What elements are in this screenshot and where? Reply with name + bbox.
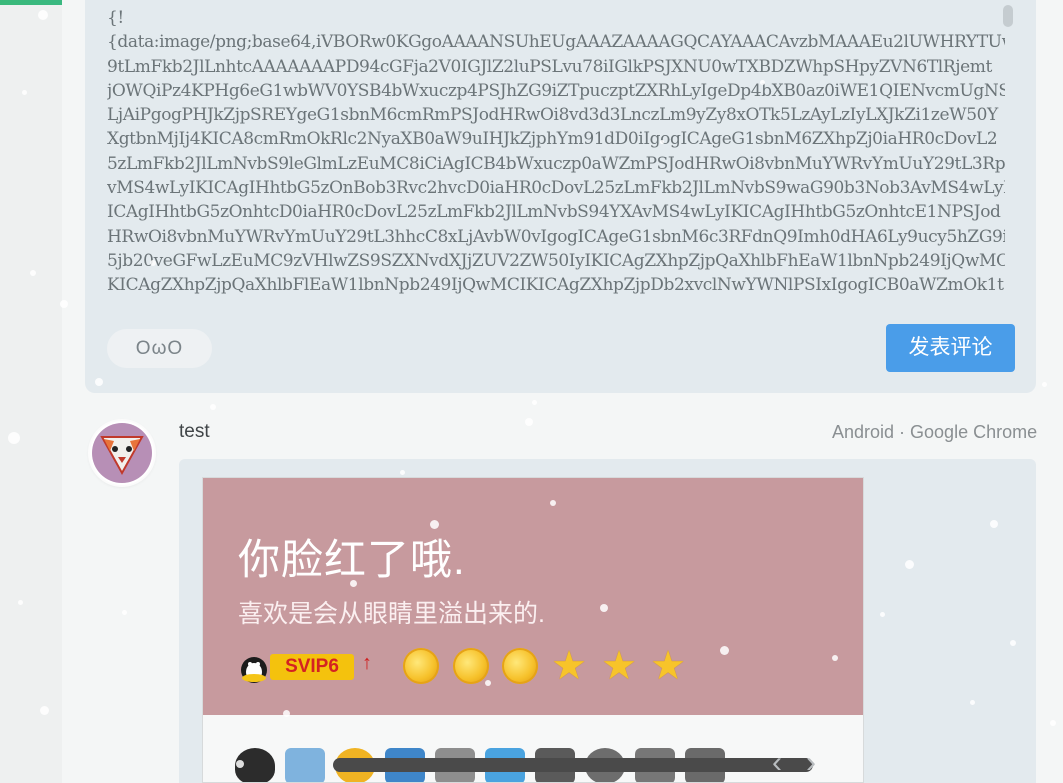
snowflake	[660, 140, 664, 144]
snowflake	[880, 612, 885, 617]
snowflake	[236, 760, 244, 768]
snowflake	[350, 580, 357, 587]
chevron-right-icon[interactable]: ›	[806, 748, 816, 778]
snowflake	[905, 560, 914, 569]
snowflake	[1042, 382, 1047, 387]
emoji-button[interactable]: OωO	[107, 329, 212, 368]
snowflake	[283, 710, 290, 717]
star-icon: ★	[650, 644, 686, 688]
snowflake	[40, 706, 49, 715]
snowflake	[122, 610, 127, 615]
snowflake	[485, 680, 491, 686]
fox-avatar-icon	[92, 423, 152, 483]
penguin-icon	[241, 657, 267, 683]
comment-author[interactable]: test	[179, 421, 210, 443]
mail-icon	[285, 748, 325, 782]
snowflake	[550, 500, 556, 506]
level-up-arrow-icon: ↑	[362, 652, 372, 674]
sun-medal-icon	[403, 648, 439, 684]
image-subtitle: 喜欢是会从眼睛里溢出来的.	[238, 600, 545, 628]
snowflake	[525, 418, 533, 426]
image-title: 你脸红了哦.	[238, 536, 466, 583]
comment-image[interactable]: 你脸红了哦. 喜欢是会从眼睛里溢出来的. SVIP6 ↑ ★ ★ ★	[202, 477, 864, 783]
snowflake	[990, 520, 998, 528]
submit-comment-button[interactable]: 发表评论	[886, 324, 1015, 372]
image-banner: 你脸红了哦. 喜欢是会从眼睛里溢出来的. SVIP6 ↑ ★ ★ ★	[203, 478, 863, 715]
snowflake	[8, 432, 20, 444]
star-icon: ★	[601, 644, 637, 688]
snowflake	[400, 470, 405, 475]
snowflake	[532, 400, 537, 405]
comment-form: {! {data:image/png;base64,iVBORw0KGgoAAA…	[85, 0, 1036, 393]
sun-medal-icon	[453, 648, 489, 684]
snowflake	[1010, 640, 1016, 646]
chevron-left-icon[interactable]: ‹	[772, 748, 782, 778]
snowflake	[430, 520, 439, 529]
snowflake	[60, 300, 68, 308]
avatar[interactable]	[90, 421, 154, 485]
image-scrollbar[interactable]	[333, 758, 813, 772]
snowflake	[22, 90, 27, 95]
snowflake	[760, 80, 765, 85]
snowflake	[600, 604, 608, 612]
snowflake	[30, 270, 36, 276]
snowflake	[18, 600, 23, 605]
snowflake	[210, 404, 216, 410]
snowflake	[150, 260, 156, 266]
snowflake	[832, 655, 838, 661]
svip-badge: SVIP6	[270, 654, 354, 680]
snowflake	[970, 700, 975, 705]
snowflake	[1050, 720, 1056, 726]
snowflake	[38, 10, 48, 20]
sun-medal-icon	[502, 648, 538, 684]
snowflake	[720, 646, 729, 655]
star-icon: ★	[551, 644, 587, 688]
snowflake	[95, 378, 103, 386]
textarea-scrollbar[interactable]	[1003, 5, 1013, 27]
comment-user-agent: Android · Google Chrome	[832, 422, 1038, 442]
comment-textarea[interactable]: {! {data:image/png;base64,iVBORw0KGgoAAA…	[107, 6, 1005, 302]
